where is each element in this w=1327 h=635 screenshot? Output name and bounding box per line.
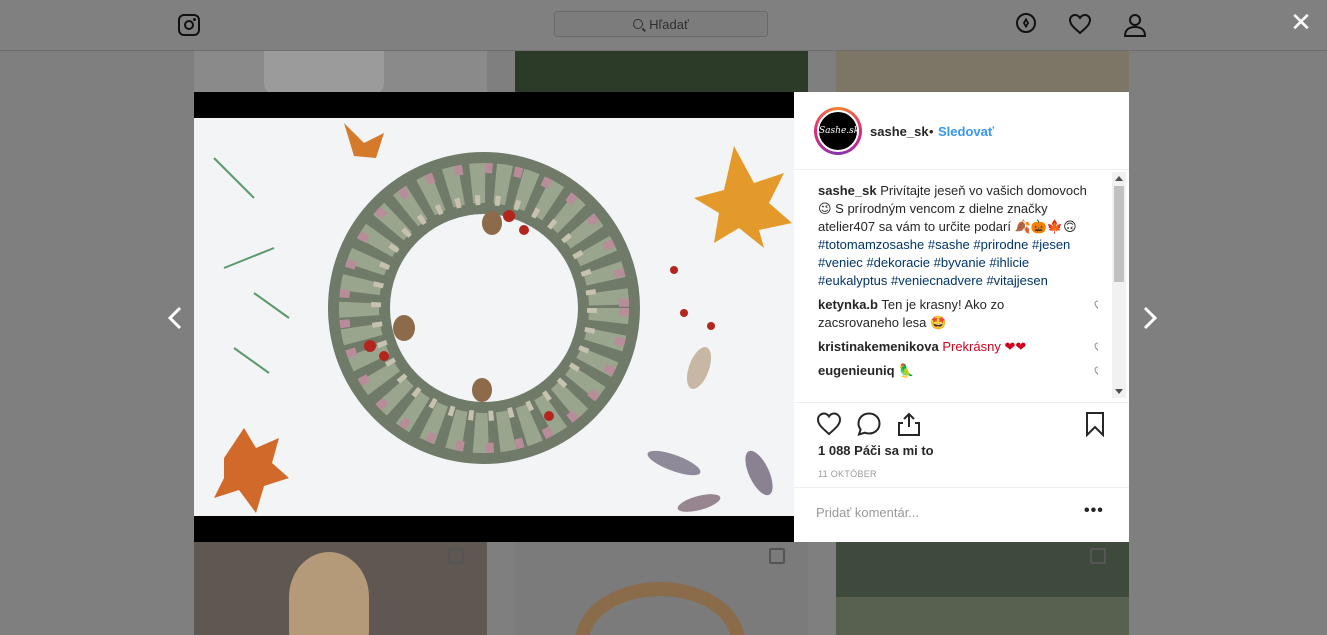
hashtag[interactable]: #ihlicie (989, 255, 1029, 270)
post-header: Sashe.sk sashe_sk • Sledovať (794, 92, 1129, 170)
caption-username[interactable]: sashe_sk (818, 183, 877, 198)
instagram-icon[interactable] (178, 14, 200, 36)
grid-post-thumbnail[interactable] (515, 51, 808, 95)
close-icon[interactable]: ✕ (1287, 8, 1315, 36)
grid-post-thumbnail[interactable] (836, 51, 1129, 95)
hashtag[interactable]: #totomamzosashe (818, 237, 924, 252)
heart-icon[interactable] (1068, 13, 1092, 35)
scrollbar-thumb[interactable] (1114, 186, 1124, 282)
comment-username[interactable]: ketynka.b (818, 297, 878, 312)
hashtag[interactable]: #prirodne (973, 237, 1028, 252)
post-date[interactable]: 11 OKTÓBER (818, 469, 877, 479)
post-actions-bar (794, 402, 1129, 443)
avatar[interactable]: Sashe.sk (814, 107, 862, 155)
comments-list: sashe_sk Privítajte jeseň vo vašich domo… (818, 182, 1098, 394)
share-icon[interactable] (896, 411, 922, 437)
comment-input[interactable] (814, 498, 1068, 526)
scroll-up-arrow[interactable] (1115, 176, 1123, 181)
top-navigation-bar: Hľadať (0, 0, 1327, 51)
hashtag[interactable]: #byvanie (934, 255, 986, 270)
comment-item: ketynka.b Ten je krasny! Ako zo zacsrova… (818, 296, 1098, 332)
comment-text: 🦜 (898, 363, 915, 378)
search-placeholder: Hľadať (649, 16, 689, 32)
grid-post-thumbnail[interactable] (194, 51, 487, 95)
bookmark-icon[interactable] (1082, 411, 1108, 437)
hashtag[interactable]: #dekoracie (866, 255, 930, 270)
search-input[interactable]: Hľadať (554, 11, 768, 37)
post-modal: Sashe.sk sashe_sk • Sledovať sashe_sk Pr… (194, 92, 1129, 542)
post-username[interactable]: sashe_sk (870, 124, 929, 139)
chevron-right-icon[interactable] (1141, 305, 1159, 331)
compass-icon[interactable] (1016, 13, 1036, 33)
post-media (194, 92, 794, 542)
heart-icon[interactable] (1094, 300, 1098, 311)
comment-item: eugenieuniq 🦜 (818, 362, 1098, 380)
multiple-images-icon (769, 548, 785, 564)
heart-icon[interactable] (816, 411, 842, 437)
comment-item: kristinakemenikova Prekrásny ❤❤ (818, 338, 1098, 356)
hashtag[interactable]: #eukalyptus (818, 273, 887, 288)
hashtag[interactable]: #veniec (818, 255, 863, 270)
post-caption: sashe_sk Privítajte jeseň vo vašich domo… (818, 182, 1098, 290)
grid-post-thumbnail[interactable] (194, 542, 487, 635)
scroll-down-arrow[interactable] (1115, 389, 1123, 394)
heart-icon[interactable] (1094, 342, 1098, 353)
wreath-illustration (194, 118, 794, 516)
comment-username[interactable]: kristinakemenikova (818, 339, 939, 354)
chevron-left-icon[interactable] (166, 305, 184, 331)
hashtag[interactable]: #sashe (928, 237, 970, 252)
hashtag[interactable]: #veniecnadvere (891, 273, 983, 288)
post-details-panel: Sashe.sk sashe_sk • Sledovať sashe_sk Pr… (794, 92, 1129, 542)
comments-scrollbar[interactable] (1112, 172, 1126, 398)
hashtag[interactable]: #vitajjesen (986, 273, 1047, 288)
add-comment-section: ••• (794, 487, 1129, 543)
search-icon (633, 19, 644, 29)
comment-username[interactable]: eugenieuniq (818, 363, 895, 378)
separator-dot: • (929, 124, 934, 139)
grid-post-thumbnail[interactable] (515, 542, 808, 635)
multiple-images-icon (448, 548, 464, 564)
person-icon[interactable] (1124, 13, 1146, 37)
grid-post-thumbnail[interactable] (836, 542, 1129, 635)
likes-count[interactable]: 1 088 Páči sa mi to (818, 443, 934, 458)
heart-icon[interactable] (1094, 366, 1098, 377)
more-options-button[interactable]: ••• (1084, 502, 1104, 520)
post-image[interactable] (194, 118, 794, 516)
multiple-images-icon (1090, 548, 1106, 564)
comment-text: Prekrásny ❤❤ (942, 339, 1027, 354)
hashtag[interactable]: #jesen (1032, 237, 1070, 252)
follow-button[interactable]: Sledovať (938, 124, 994, 139)
avatar-image: Sashe.sk (817, 110, 859, 152)
comment-icon[interactable] (856, 411, 882, 437)
